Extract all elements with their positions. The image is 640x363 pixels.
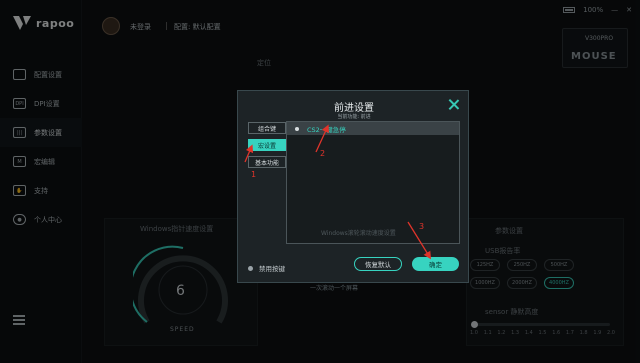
confirm-button[interactable]: 确定 (412, 257, 459, 271)
disable-key-label: 禁用按键 (259, 265, 285, 273)
forward-settings-dialog: 前进设置 当前功能: 前进 组合键 宏设置 基本功能 CS2一键急停 Windo… (237, 90, 469, 292)
disable-key-option[interactable]: 禁用按键 (248, 263, 285, 273)
tab-basic-function[interactable]: 基本功能 (248, 156, 286, 168)
dialog-title: 前进设置 (334, 103, 374, 114)
close-icon[interactable] (448, 99, 459, 110)
dialog-subtitle: 当前功能: 前进 (337, 114, 371, 120)
ghost-center-text: Windows滚轮滚动速度设置 (321, 230, 396, 237)
restore-default-button[interactable]: 恢复默认 (354, 257, 402, 271)
tab-macro-settings[interactable]: 宏设置 (248, 139, 286, 151)
radio-icon (248, 265, 253, 271)
annotation-1: 1 (251, 170, 257, 179)
annotation-2: 2 (320, 149, 326, 158)
ghost-scroll-option: 一次滚动一个屏幕 (310, 285, 359, 292)
macro-list: CS2一键急停 Windows滚轮滚动速度设置 (286, 121, 460, 244)
annotation-3: 3 (419, 222, 425, 231)
list-item[interactable]: CS2一键急停 (287, 122, 459, 135)
selected-dot-icon (295, 126, 299, 131)
app-window: rapoo 配置设置 DPI DPI设置 ||| 参数设置 M 宏编辑 ✋ 支持 (0, 0, 640, 363)
list-item-label: CS2一键急停 (307, 125, 346, 134)
tab-combo-key[interactable]: 组合键 (248, 122, 286, 134)
